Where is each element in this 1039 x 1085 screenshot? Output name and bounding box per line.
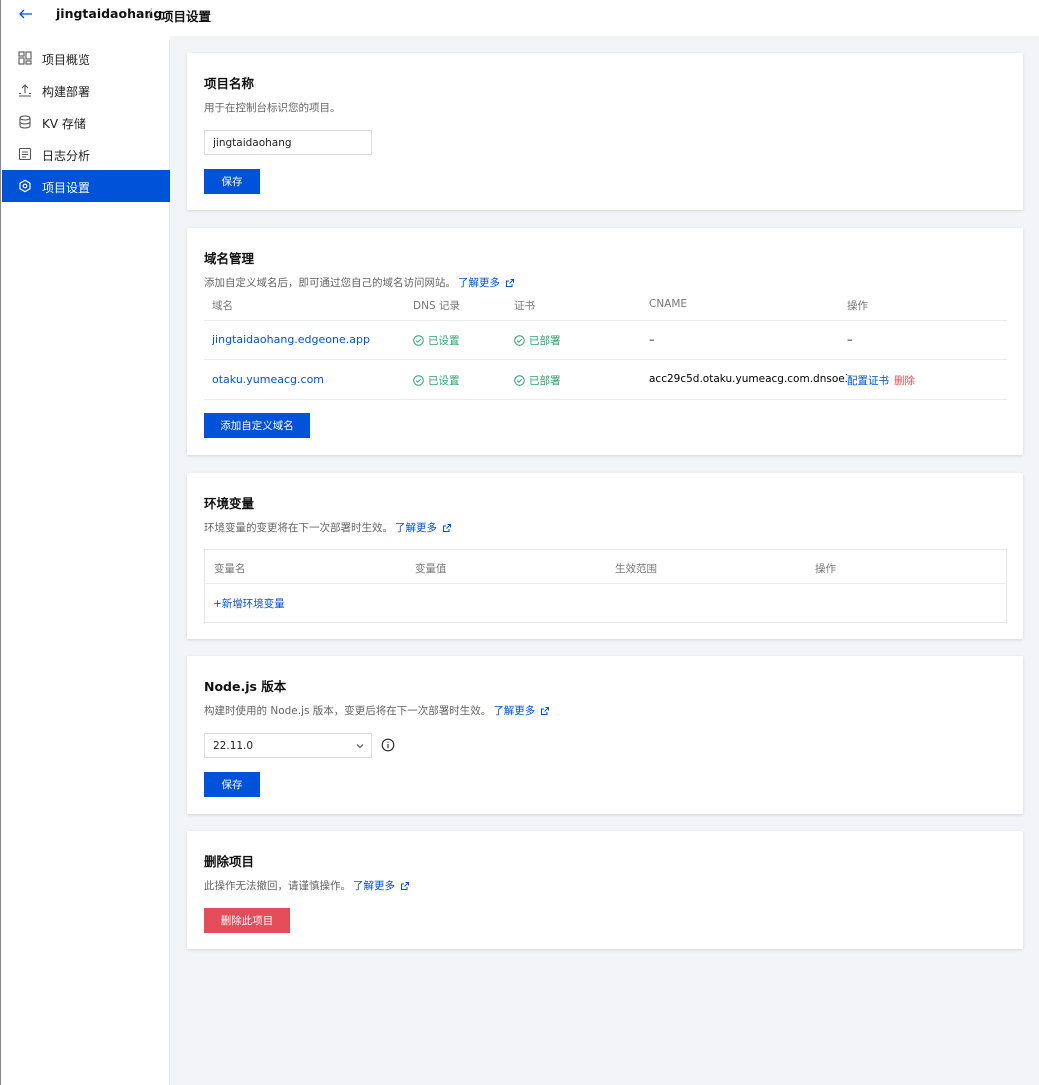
project-name-input[interactable] xyxy=(204,130,372,155)
cert-status-badge: 已部署 xyxy=(514,333,561,348)
external-link-icon xyxy=(401,881,409,890)
save-nodejs-version-button[interactable]: 保存 xyxy=(204,772,260,797)
column-header-domain: 域名 xyxy=(212,300,233,312)
column-header-cert: 证书 xyxy=(514,300,535,312)
delete-project-card: 删除项目 此操作无法撤回，请谨慎操作。 了解更多 删除此项目 xyxy=(187,831,1023,949)
main-content: 项目名称 用于在控制台标识您的项目。 保存 域名管理 添加自定义域名后，即可通过… xyxy=(170,36,1039,1085)
database-icon xyxy=(18,115,32,129)
table-divider xyxy=(204,399,1007,400)
external-link-icon xyxy=(506,278,514,287)
delete-domain-link[interactable]: 删除 xyxy=(894,373,915,388)
column-header-var-value: 变量值 xyxy=(415,563,447,575)
project-name-card: 项目名称 用于在控制台标识您的项目。 保存 xyxy=(187,53,1023,210)
card-title: 项目名称 xyxy=(204,76,255,91)
column-header-operation: 操作 xyxy=(815,563,836,575)
back-arrow-icon[interactable] xyxy=(16,5,36,23)
env-variables-card: 环境变量 环境变量的变更将在下一次部署时生效。 了解更多 变量名 变量值 生效范… xyxy=(187,473,1023,639)
check-circle-icon xyxy=(413,335,424,346)
learn-more-link[interactable]: 了解更多 xyxy=(395,520,451,535)
cname-value: – xyxy=(649,333,655,346)
document-icon xyxy=(18,147,32,161)
sidebar-item-label: 构建部署 xyxy=(42,85,91,99)
check-circle-icon xyxy=(413,375,424,386)
learn-more-link[interactable]: 了解更多 xyxy=(353,878,409,893)
nodejs-version-select[interactable]: 22.11.0 xyxy=(204,733,372,758)
external-link-icon xyxy=(443,523,451,532)
card-description: 用于在控制台标识您的项目。 xyxy=(204,102,341,114)
sidebar-item-label: 项目概览 xyxy=(42,53,91,67)
check-circle-icon xyxy=(514,375,525,386)
breadcrumb-project[interactable]: jingtaidaohang xyxy=(56,6,162,21)
column-header-operation: 操作 xyxy=(847,300,868,312)
breadcrumb-separator: / xyxy=(148,6,153,20)
info-icon[interactable] xyxy=(381,738,395,752)
table-divider xyxy=(204,359,1007,360)
settings-icon xyxy=(18,179,32,193)
learn-more-link[interactable]: 了解更多 xyxy=(493,703,550,718)
card-description: 此操作无法撤回，请谨慎操作。 了解更多 xyxy=(204,878,409,893)
sidebar-item-log-analysis[interactable]: 日志分析 xyxy=(2,138,170,170)
card-title: 环境变量 xyxy=(204,496,255,511)
card-title: 删除项目 xyxy=(204,854,255,869)
configure-cert-link[interactable]: 配置证书 xyxy=(847,373,889,388)
domain-link[interactable]: jingtaidaohang.edgeone.app xyxy=(212,333,370,346)
top-header: jingtaidaohang / 项目设置 xyxy=(2,0,1039,30)
card-title: Node.js 版本 xyxy=(204,679,287,694)
sidebar-item-label: KV 存储 xyxy=(42,117,86,131)
breadcrumb-current-page: 项目设置 xyxy=(161,9,212,24)
app-frame: jingtaidaohang / 项目设置 项目概览 构建部署 KV 存储 日志… xyxy=(0,0,1039,1085)
card-description: 环境变量的变更将在下一次部署时生效。 了解更多 xyxy=(204,520,451,535)
sidebar-item-kv-storage[interactable]: KV 存储 xyxy=(2,106,170,138)
sidebar-item-overview[interactable]: 项目概览 xyxy=(2,42,170,74)
learn-more-link[interactable]: 了解更多 xyxy=(458,275,514,290)
cname-value: acc29c5d.otaku.yumeacg.com.dnsoe3.com xyxy=(649,373,847,385)
sidebar-item-label: 项目设置 xyxy=(42,181,91,195)
sidebar-item-build-deploy[interactable]: 构建部署 xyxy=(2,74,170,106)
external-link-icon xyxy=(541,706,550,715)
column-header-scope: 生效范围 xyxy=(615,563,657,575)
delete-project-button[interactable]: 删除此项目 xyxy=(204,908,290,933)
selected-version: 22.11.0 xyxy=(213,739,254,752)
table-divider xyxy=(204,320,1007,321)
sidebar-item-project-settings[interactable]: 项目设置 xyxy=(2,170,170,202)
dns-status-badge: 已设置 xyxy=(413,333,460,348)
column-header-var-name: 变量名 xyxy=(214,563,246,575)
sidebar: 项目概览 构建部署 KV 存储 日志分析 项目设置 xyxy=(2,40,170,1085)
cert-status-badge: 已部署 xyxy=(514,373,561,388)
domain-management-card: 域名管理 添加自定义域名后，即可通过您自己的域名访问网站。 了解更多 域名 DN… xyxy=(187,228,1023,455)
column-header-dns: DNS 记录 xyxy=(413,300,460,312)
operation-placeholder: – xyxy=(847,333,853,346)
chevron-down-icon xyxy=(355,741,365,751)
card-description: 添加自定义域名后，即可通过您自己的域名访问网站。 了解更多 xyxy=(204,275,514,290)
sidebar-item-label: 日志分析 xyxy=(42,149,91,163)
add-env-variable-link[interactable]: +新增环境变量 xyxy=(213,596,285,611)
nodejs-version-card: Node.js 版本 构建时使用的 Node.js 版本，变更后将在下一次部署时… xyxy=(187,656,1023,814)
add-custom-domain-button[interactable]: 添加自定义域名 xyxy=(204,413,310,438)
dashboard-icon xyxy=(18,51,32,65)
card-description: 构建时使用的 Node.js 版本，变更后将在下一次部署时生效。 了解更多 xyxy=(204,703,550,718)
env-variables-table: 变量名 变量值 生效范围 操作 +新增环境变量 xyxy=(204,549,1007,623)
upload-icon xyxy=(18,83,32,97)
table-divider xyxy=(205,583,1006,584)
save-project-name-button[interactable]: 保存 xyxy=(204,169,260,194)
column-header-cname: CNAME xyxy=(649,298,688,310)
dns-status-badge: 已设置 xyxy=(413,373,460,388)
card-title: 域名管理 xyxy=(204,251,255,266)
domain-link[interactable]: otaku.yumeacg.com xyxy=(212,373,324,386)
check-circle-icon xyxy=(514,335,525,346)
